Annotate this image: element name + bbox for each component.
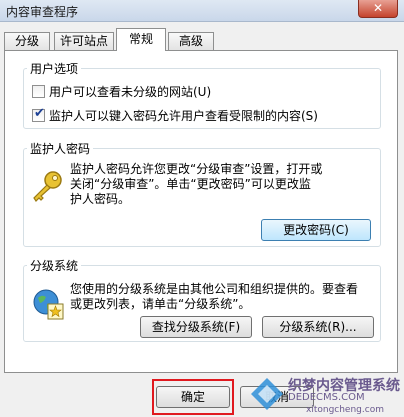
- supervisor-password-title: 监护人密码: [27, 140, 94, 157]
- find-rating-systems-button[interactable]: 查找分级系统(F): [140, 316, 252, 338]
- tab-approved-sites[interactable]: 许可站点: [54, 32, 114, 50]
- supervisor-password-description: 监护人密码允许您更改“分级审查”设置，打开或 关闭“分级审查”。单击“更改密码”…: [70, 162, 323, 206]
- globe-certificate-icon: [33, 289, 64, 320]
- title-bar: 内容审查程序 ✕: [0, 0, 404, 22]
- tab-advanced[interactable]: 高级: [168, 32, 214, 50]
- rating-systems-description: 您使用的分级系统是由其他公司和组织提供的。要查看 或更改列表，请单击“分级系统”…: [70, 282, 359, 311]
- unrated-sites-option[interactable]: 用户可以查看未分级的网站(U): [32, 83, 211, 99]
- change-password-button[interactable]: 更改密码(C): [261, 219, 371, 241]
- tab-ratings[interactable]: 分级: [4, 32, 50, 50]
- close-button[interactable]: ✕: [358, 0, 398, 18]
- key-icon: [33, 171, 62, 202]
- watermark: 织梦内容管理系统 DEDECMS.COM xitongcheng.com: [244, 369, 404, 417]
- supervisor-override-label: 监护人可以键入密码允许用户查看受限制的内容(S): [49, 109, 318, 123]
- supervisor-override-option[interactable]: ✔ 监护人可以键入密码允许用户查看受限制的内容(S): [32, 107, 318, 123]
- window-title: 内容审查程序: [6, 5, 79, 19]
- watermark-logo-icon: [251, 378, 283, 410]
- watermark-line2: DEDECMS.COM: [288, 392, 365, 403]
- user-options-title: 用户选项: [27, 60, 82, 77]
- rating-systems-title: 分级系统: [27, 257, 82, 274]
- close-icon: ✕: [372, 1, 384, 15]
- watermark-line3: xitongcheng.com: [306, 405, 384, 415]
- tab-general[interactable]: 常规: [116, 28, 166, 51]
- supervisor-override-checkbox[interactable]: ✔: [32, 106, 45, 122]
- rating-systems-group: 分级系统 您使用的分级系统是由其他公司和组织提供的。要查看 或更改列表，请单击“…: [23, 257, 381, 342]
- unrated-sites-label: 用户可以查看未分级的网站(U): [49, 85, 212, 99]
- highlight-box: [152, 379, 234, 415]
- checkmark-icon: ✔: [34, 106, 45, 121]
- supervisor-password-group: 监护人密码 监护人密码允许您更改“分级审查”设置，打开或 关闭“分级审查”。单击…: [23, 140, 381, 247]
- user-options-group: 用户选项 用户可以查看未分级的网站(U) ✔ 监护人可以键入密码允许用户查看受限制…: [23, 60, 381, 129]
- unrated-sites-checkbox[interactable]: [32, 85, 45, 98]
- tab-panel-general: 用户选项 用户可以查看未分级的网站(U) ✔ 监护人可以键入密码允许用户查看受限制…: [4, 50, 398, 373]
- rating-systems-button[interactable]: 分级系统(R)...: [262, 316, 374, 338]
